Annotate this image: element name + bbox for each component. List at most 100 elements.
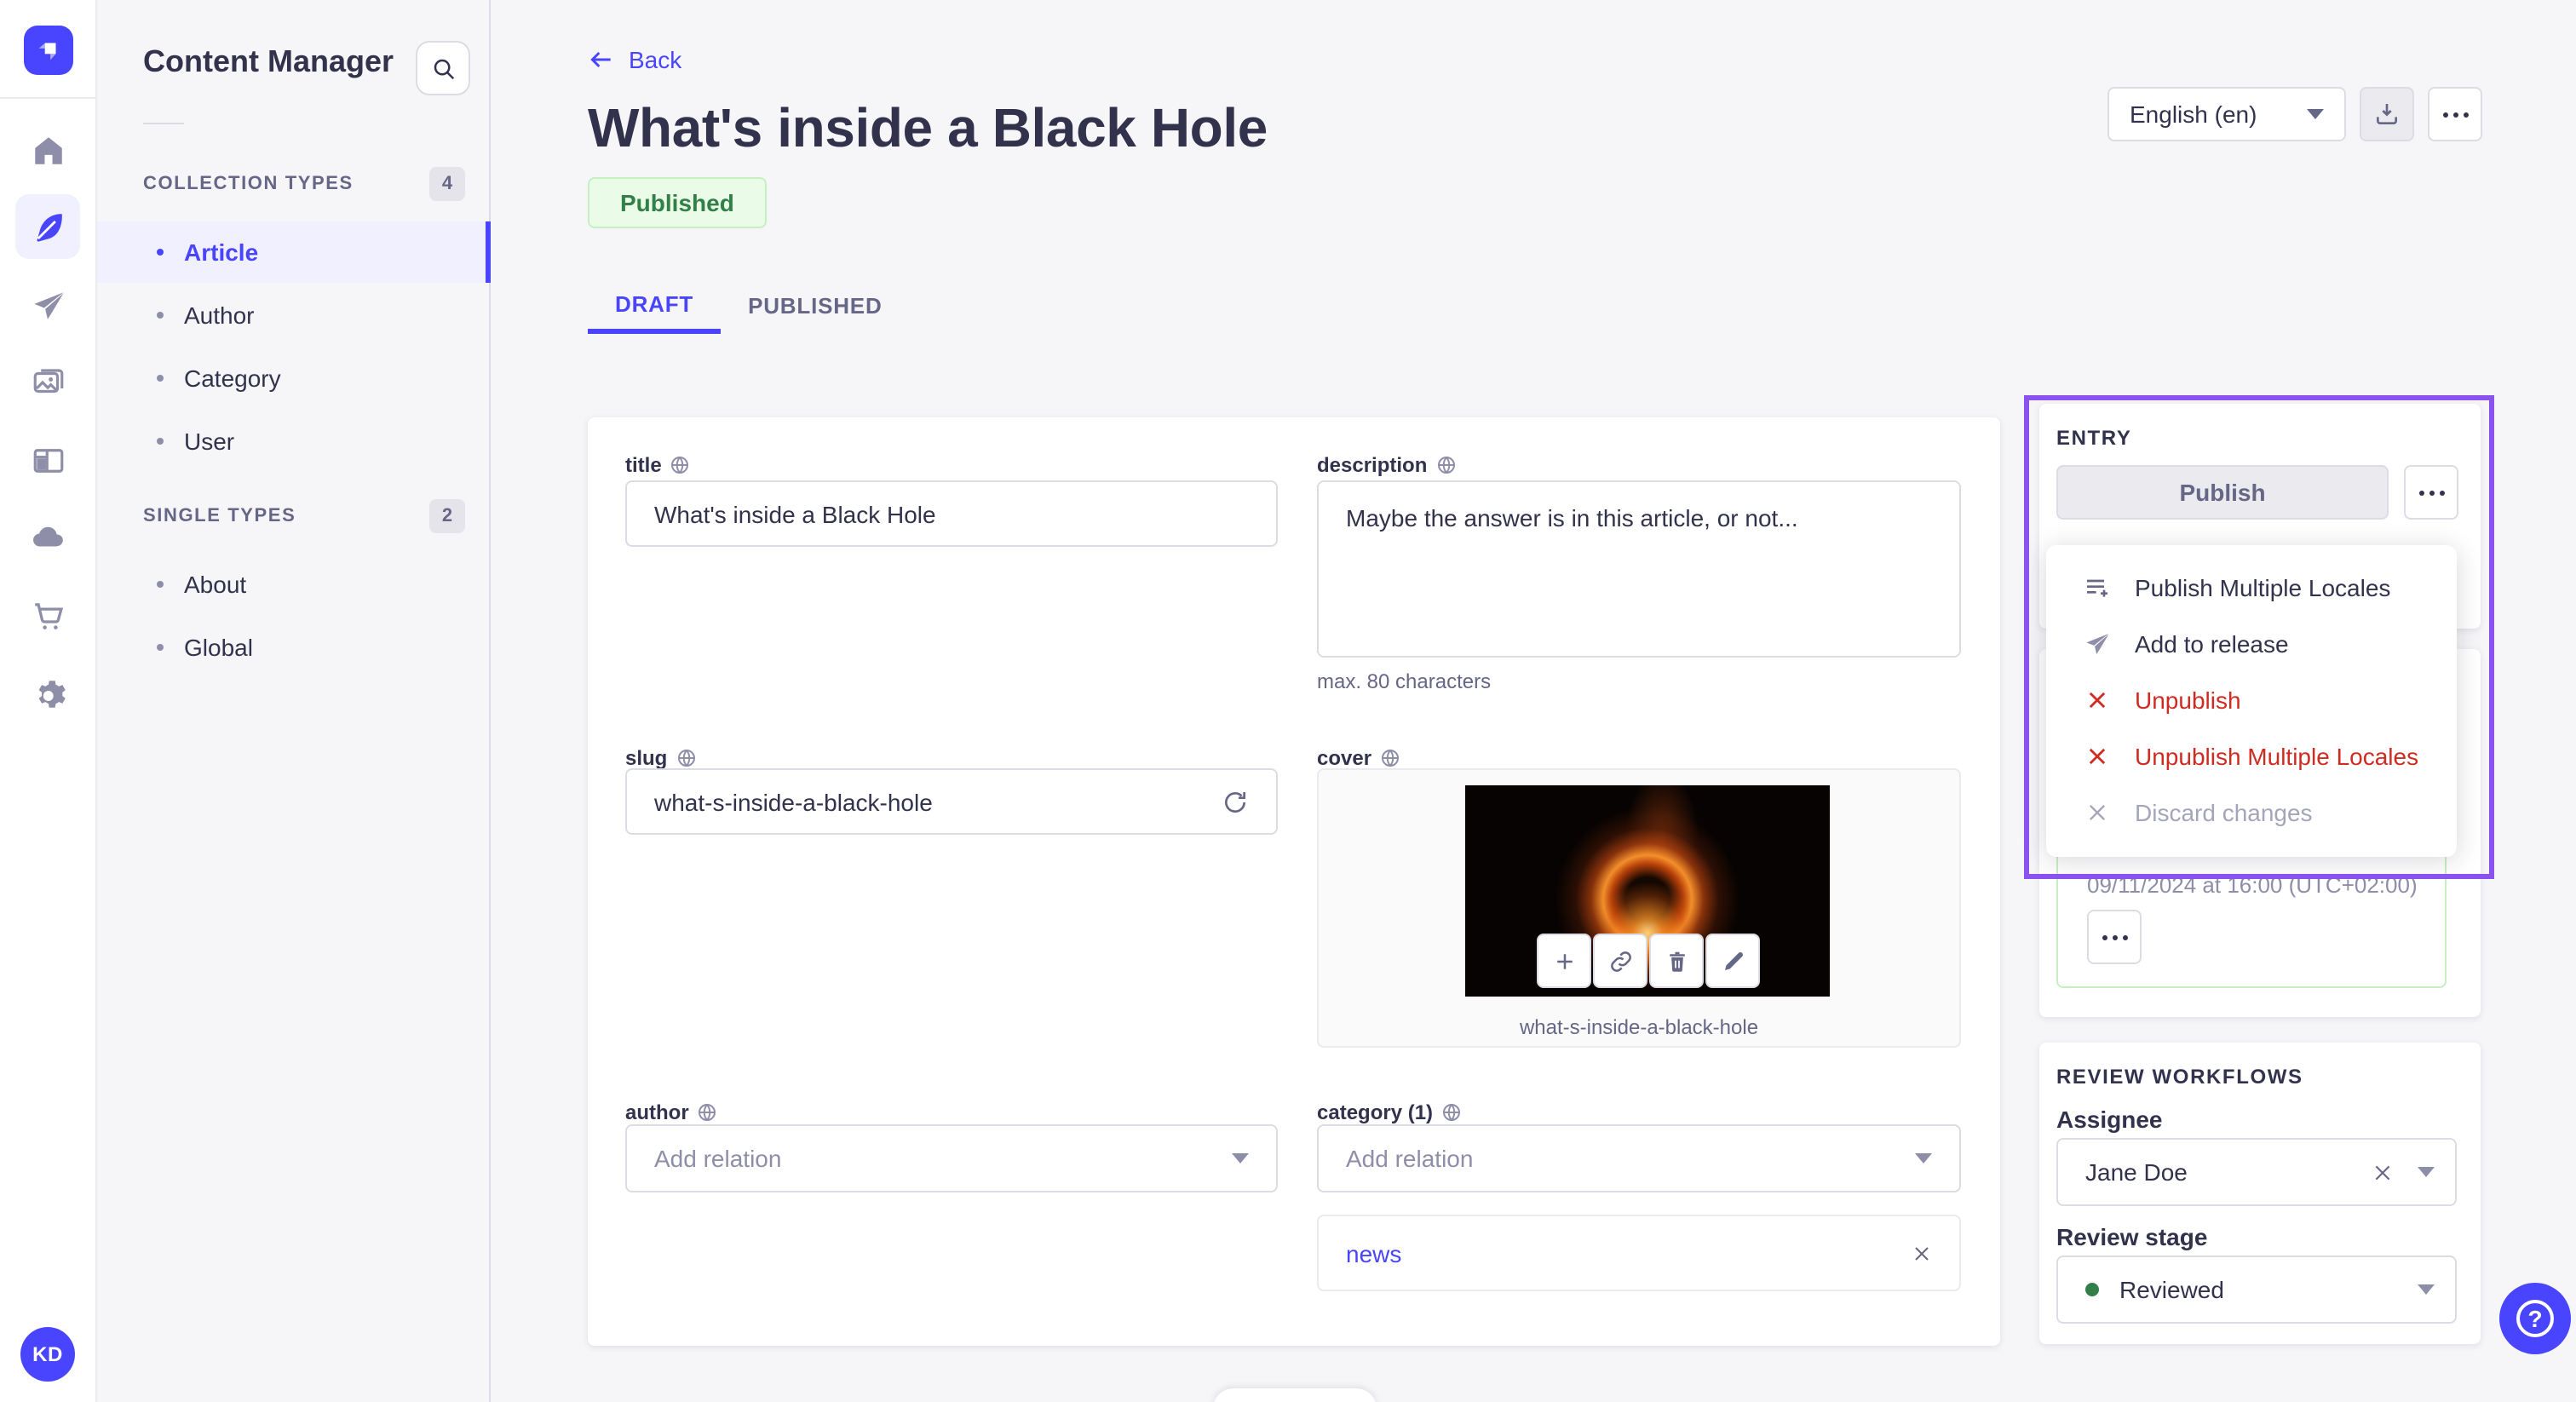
author-placeholder: Add relation (654, 1145, 782, 1172)
chevron-down-icon (2307, 109, 2324, 119)
tab-draft[interactable]: DRAFT (588, 278, 722, 334)
sidebar-item-about[interactable]: About (97, 554, 491, 615)
assignee-combobox[interactable]: Jane Doe (2056, 1138, 2457, 1206)
cover-caption: what-s-inside-a-black-hole (1519, 1015, 1759, 1039)
main-content: Back What's inside a Black Hole Publishe… (491, 0, 2576, 1402)
back-link[interactable]: Back (588, 46, 681, 73)
chevron-down-icon (2418, 1167, 2435, 1177)
export-button[interactable] (2360, 87, 2414, 141)
description-textarea[interactable]: Maybe the answer is in this article, or … (1317, 480, 1961, 658)
sidebar-item-category[interactable]: Category (97, 348, 491, 409)
header-more-button[interactable] (2428, 87, 2482, 141)
releases-paper-plane-icon[interactable] (15, 273, 80, 337)
ellipsis-icon (2442, 112, 2468, 117)
help-button[interactable]: ? (2499, 1283, 2571, 1354)
edit-asset-button[interactable] (1705, 934, 1760, 988)
add-asset-button[interactable] (1537, 934, 1591, 988)
sidebar-item-user[interactable]: User (97, 411, 491, 472)
tab-published[interactable]: PUBLISHED (721, 278, 909, 334)
media-library-icon[interactable] (15, 349, 80, 414)
cross-icon (2082, 744, 2111, 767)
cover-field-label: cover (1317, 746, 1400, 770)
bullet-icon (157, 438, 164, 445)
cross-icon (2082, 800, 2111, 824)
cover-actions (1537, 934, 1760, 988)
question-mark-icon: ? (2516, 1300, 2554, 1337)
cover-field: what-s-inside-a-black-hole (1317, 768, 1961, 1048)
strapi-logo[interactable] (24, 26, 73, 75)
strapi-logo-glyph (38, 43, 56, 60)
slug-field-label: slug (625, 746, 696, 770)
sidebar-item-article[interactable]: Article (97, 221, 491, 283)
arrow-left-icon (590, 51, 611, 68)
menu-item-publish-multiple-locales[interactable]: Publish Multiple Locales (2046, 559, 2457, 615)
menu-item-unpublish[interactable]: Unpublish (2046, 671, 2457, 727)
list-plus-icon (2082, 573, 2111, 600)
slug-field: what-s-inside-a-black-hole (625, 768, 1278, 835)
user-avatar[interactable]: KD (20, 1327, 75, 1382)
ellipsis-icon (2418, 490, 2444, 495)
sidebar-item-label: Author (184, 302, 255, 329)
icon-rail: KD (0, 0, 97, 1402)
ellipsis-icon (2102, 934, 2127, 939)
sidebar-item-label: Category (184, 365, 281, 392)
review-panel-title: REVIEW WORKFLOWS (2056, 1065, 2303, 1089)
sidebar-item-author[interactable]: Author (97, 284, 491, 346)
trash-icon (1669, 951, 1684, 971)
release-more-button[interactable] (2087, 910, 2142, 964)
chevron-down-icon (1232, 1153, 1249, 1164)
settings-gear-icon[interactable] (15, 661, 80, 726)
sidebar-item-label: About (184, 571, 247, 598)
remove-relation-icon[interactable] (1912, 1243, 1932, 1263)
locale-select[interactable]: English (en) (2107, 87, 2346, 141)
delete-asset-button[interactable] (1649, 934, 1704, 988)
title-input[interactable] (627, 482, 1276, 545)
rail-divider (0, 97, 97, 99)
author-relation-select[interactable]: Add relation (625, 1124, 1278, 1192)
sidebar-item-label: Global (184, 634, 253, 661)
stage-status-dot (2085, 1283, 2099, 1296)
description-helper: max. 80 characters (1317, 669, 1492, 693)
review-stage-select[interactable]: Reviewed (2056, 1255, 2457, 1324)
sidebar-item-global[interactable]: Global (97, 617, 491, 678)
content-type-builder-icon[interactable] (15, 428, 80, 492)
publish-button[interactable]: Publish (2056, 465, 2389, 520)
menu-item-discard-changes[interactable]: Discard changes (2046, 784, 2457, 840)
menu-item-add-to-release[interactable]: Add to release (2046, 615, 2457, 671)
sidebar-item-label: User (184, 428, 235, 455)
scheduled-date: 09/11/2024 at 16:00 (UTC+02:00) (2087, 872, 2418, 898)
download-icon (2377, 104, 2397, 124)
globe-icon (1435, 455, 1456, 475)
clear-assignee-icon[interactable] (2372, 1161, 2394, 1183)
review-stage-value: Reviewed (2119, 1276, 2224, 1303)
bullet-icon (157, 581, 164, 588)
bullet-icon (157, 644, 164, 651)
plus-icon (1556, 953, 1572, 968)
section-single-types: SINGLE TYPES (143, 506, 296, 526)
cloud-icon[interactable] (15, 504, 80, 569)
header-actions: English (en) (2107, 87, 2482, 141)
collection-types-count-badge: 4 (429, 167, 465, 201)
entry-actions-menu: Publish Multiple Locales Add to release … (2046, 545, 2457, 857)
bottom-toolbar-pill (1213, 1388, 1377, 1402)
chevron-down-icon (1915, 1153, 1932, 1164)
regenerate-slug-icon[interactable] (1222, 788, 1249, 815)
copy-link-button[interactable] (1593, 934, 1647, 988)
pencil-icon (1724, 951, 1742, 969)
subnav-divider (143, 123, 184, 124)
home-icon[interactable] (15, 118, 80, 182)
assignee-label: Assignee (2056, 1106, 2163, 1133)
entry-more-button[interactable] (2404, 465, 2458, 520)
menu-item-unpublish-multiple-locales[interactable]: Unpublish Multiple Locales (2046, 727, 2457, 784)
search-button[interactable] (416, 41, 470, 95)
single-types-count-badge: 2 (429, 499, 465, 533)
category-relation-select[interactable]: Add relation (1317, 1124, 1961, 1192)
content-manager-feather-icon[interactable] (15, 194, 80, 259)
cross-icon (2082, 687, 2111, 711)
assignee-value: Jane Doe (2085, 1158, 2188, 1186)
marketplace-cart-icon[interactable] (15, 583, 80, 647)
review-workflows-panel: REVIEW WORKFLOWS Assignee Jane Doe Revie… (2039, 1043, 2481, 1344)
link-icon (1610, 951, 1630, 971)
sidebar-item-label: Article (184, 238, 259, 266)
relation-link-news[interactable]: news (1346, 1239, 1401, 1267)
